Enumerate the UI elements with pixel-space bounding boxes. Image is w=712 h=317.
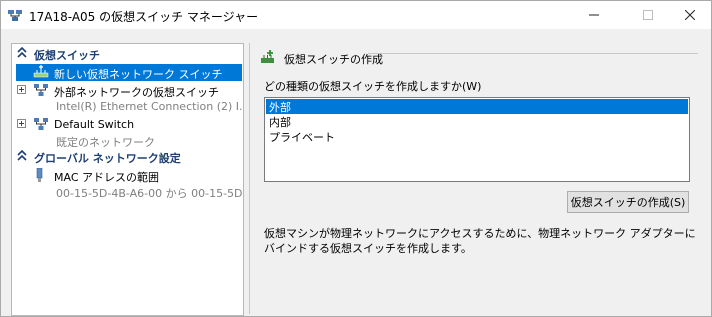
maximize-button (625, 1, 671, 29)
section-title: 仮想スイッチ (34, 49, 100, 62)
section-title: グローバル ネットワーク設定 (34, 152, 181, 165)
tree-item-label: Default Switch (54, 118, 135, 131)
section-header-virtual-switches[interactable]: 仮想スイッチ (12, 46, 243, 63)
expand-icon[interactable] (17, 119, 26, 128)
switch-type-option-external[interactable]: 外部 (266, 99, 688, 114)
network-switch-icon (34, 84, 48, 96)
close-icon (685, 10, 695, 20)
collapse-chevron-icon (17, 150, 27, 161)
tree-item-external-switch[interactable]: 外部ネットワークの仮想スイッチ (12, 82, 243, 99)
tree-item-new-virtual-switch[interactable]: 新しい仮想ネットワーク スイッチ (16, 64, 242, 81)
network-switch-icon (34, 118, 48, 130)
details-pane: 仮想スイッチの作成 どの種類の仮想スイッチを作成しますか(W) 外部 内部 プラ… (249, 43, 708, 314)
adapter-name-text: Intel(R) Ethernet Connection (2) I... (56, 100, 244, 113)
tree-item-detail: Intel(R) Ethernet Connection (2) I... (12, 98, 243, 115)
minimize-button[interactable] (571, 1, 617, 29)
switch-type-prompt: どの種類の仮想スイッチを作成しますか(W) (264, 80, 482, 93)
collapse-chevron-icon (17, 47, 27, 58)
new-switch-icon (33, 65, 49, 78)
section-header-global-network-settings[interactable]: グローバル ネットワーク設定 (12, 149, 243, 166)
pane-splitter[interactable] (244, 43, 247, 316)
close-button[interactable] (667, 1, 712, 29)
tree-item-detail: 00-15-5D-4B-A6-00 から 00-15-5D-... (12, 183, 243, 200)
group-divider (368, 53, 698, 54)
switch-type-option-private[interactable]: プライベート (266, 129, 688, 144)
network-adapter-icon (36, 168, 43, 182)
maximize-icon (643, 10, 653, 20)
tree-item-default-switch[interactable]: Default Switch (12, 116, 243, 133)
switch-type-description: 仮想マシンが物理ネットワークにアクセスするために、物理ネットワーク アダプターに… (264, 227, 696, 255)
virtual-switch-manager-icon (8, 10, 22, 21)
title-bar[interactable]: 17A18-A05 の仮想スイッチ マネージャー (1, 1, 711, 29)
minimize-icon (589, 14, 599, 16)
tree-item-label: 新しい仮想ネットワーク スイッチ (54, 68, 223, 81)
window-title: 17A18-A05 の仮想スイッチ マネージャー (29, 10, 259, 24)
tree-item-mac-address-range[interactable]: MAC アドレスの範囲 (12, 167, 243, 184)
navigation-tree[interactable]: 仮想スイッチ 新しい仮想ネットワーク スイッチ 外部ネットワークの仮想スイッチ … (11, 43, 244, 316)
create-switch-icon (261, 50, 274, 63)
create-virtual-switch-button[interactable]: 仮想スイッチの作成(S) (567, 191, 689, 213)
switch-type-list[interactable]: 外部 内部 プライベート (264, 97, 690, 182)
tree-item-detail: 既定のネットワーク (12, 132, 243, 149)
switch-type-option-internal[interactable]: 内部 (266, 114, 688, 129)
virtual-switch-manager-window: 17A18-A05 の仮想スイッチ マネージャー 仮想スイッチ 新しい仮想ネット… (0, 0, 712, 317)
dialog-content: 仮想スイッチ 新しい仮想ネットワーク スイッチ 外部ネットワークの仮想スイッチ … (1, 29, 711, 316)
mac-range-text: 00-15-5D-4B-A6-00 から 00-15-5D-... (56, 187, 244, 200)
switch-type-text: 既定のネットワーク (56, 136, 155, 149)
expand-icon[interactable] (17, 85, 26, 94)
